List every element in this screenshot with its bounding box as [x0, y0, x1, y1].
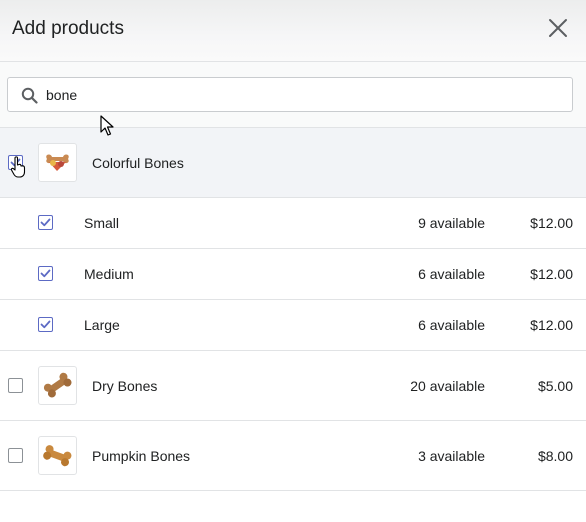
variant-availability: 6 available: [418, 317, 485, 333]
variant-checkbox-medium[interactable]: [38, 266, 53, 281]
product-row-dry-bones[interactable]: Dry Bones 20 available $5.00: [0, 351, 586, 421]
search-icon: [21, 87, 38, 104]
variant-price: $12.00: [530, 215, 573, 231]
dry-bones-image: [43, 372, 72, 398]
product-checkbox-colorful-bones[interactable]: [8, 155, 23, 170]
variant-price: $12.00: [530, 266, 573, 282]
search-input[interactable]: [46, 84, 546, 106]
product-price: $8.00: [537, 448, 573, 464]
product-checkbox-pumpkin-bones[interactable]: [8, 448, 23, 463]
product-thumbnail: [38, 143, 77, 182]
modal-title: Add products: [12, 18, 124, 39]
checkmark-icon: [40, 320, 51, 329]
product-availability: 3 available: [418, 448, 485, 464]
product-name: Pumpkin Bones: [92, 448, 191, 464]
checkmark-icon: [40, 218, 51, 227]
variant-name: Medium: [84, 266, 134, 282]
variant-name: Large: [84, 317, 120, 333]
checkmark-icon: [10, 158, 21, 167]
variant-availability: 6 available: [418, 266, 485, 282]
variant-checkbox-large[interactable]: [38, 317, 53, 332]
variant-price: $12.00: [530, 317, 573, 333]
product-price: $5.00: [537, 378, 573, 394]
close-button[interactable]: [548, 18, 568, 38]
product-availability: 20 available: [410, 378, 485, 394]
product-thumbnail: [38, 366, 77, 405]
search-field[interactable]: [7, 77, 573, 112]
close-icon: [549, 19, 567, 37]
variant-name: Small: [84, 215, 120, 231]
variant-row-medium[interactable]: Medium 6 available $12.00: [0, 249, 586, 300]
product-row-colorful-bones[interactable]: Colorful Bones: [0, 128, 586, 198]
pumpkin-bones-image: [43, 445, 72, 467]
product-row-pumpkin-bones[interactable]: Pumpkin Bones 3 available $8.00: [0, 421, 586, 491]
product-name: Dry Bones: [92, 378, 158, 394]
checkmark-icon: [40, 269, 51, 278]
variant-availability: 9 available: [418, 215, 485, 231]
variant-checkbox-small[interactable]: [38, 215, 53, 230]
search-bar: [0, 62, 586, 128]
product-name: Colorful Bones: [92, 155, 184, 171]
colorful-bones-image: [46, 154, 69, 171]
product-checkbox-dry-bones[interactable]: [8, 378, 23, 393]
variant-row-large[interactable]: Large 6 available $12.00: [0, 300, 586, 351]
variant-row-small[interactable]: Small 9 available $12.00: [0, 198, 586, 249]
modal-header: Add products: [0, 0, 586, 62]
product-thumbnail: [38, 436, 77, 475]
